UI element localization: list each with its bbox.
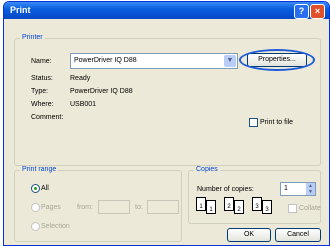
copies-input[interactable]: 1 ▲ ▼ [280,182,316,196]
all-label: All [41,185,49,192]
window-title: Print [10,5,31,15]
collate-page-icon: 3 [252,197,262,211]
collate-page-icon: 3 [262,200,272,214]
print-to-file-checkbox[interactable] [249,118,258,127]
spinner-icon[interactable]: ▲ ▼ [306,183,315,195]
selection-label: Selection [41,223,70,230]
collate-page-icon: 2 [224,197,234,211]
where-label: Where: [31,101,54,108]
copies-value: 1 [284,185,288,192]
pages-label: Pages [41,204,61,211]
ok-button-label: OK [243,231,255,238]
cancel-button[interactable]: Cancel [275,228,321,242]
where-value: USB001 [70,101,97,108]
printer-name-select[interactable]: PowerDriver IQ D88 ▼ [70,53,238,69]
collate-page-icon: 1 [196,197,206,211]
radio-selected-dot [34,187,37,190]
all-radio[interactable] [31,184,40,193]
type-label: Type: [31,88,49,95]
collate-page-icon: 1 [206,200,216,214]
close-button[interactable]: × [310,4,325,19]
from-label: from: [77,204,93,211]
collate-page-icon: 2 [234,200,244,214]
type-value: PowerDriver IQ D88 [70,88,133,95]
from-input[interactable] [98,200,130,214]
help-button[interactable]: ? [294,4,309,19]
print-range-group-label: Print range [20,166,59,173]
pages-radio[interactable] [31,203,40,212]
number-of-copies-label: Number of copies: [197,186,254,193]
properties-highlight-ring [239,49,315,71]
chevron-down-icon[interactable]: ▼ [224,55,236,67]
printer-group-label: Printer [20,34,45,41]
comment-label: Comment: [31,114,64,121]
collate-checkbox[interactable] [288,204,297,213]
status-label: Status: [31,75,53,82]
status-value: Ready [70,75,91,82]
to-label: to: [135,204,143,211]
collate-label: Collate [299,205,321,212]
selection-radio[interactable] [31,222,40,231]
to-input[interactable] [147,200,179,214]
name-label: Name: [31,58,52,65]
printer-name-value: PowerDriver IQ D88 [74,57,137,64]
print-to-file-label: Print to file [260,119,294,126]
print-dialog: Print ? × Printer Name: PowerDriver IQ D… [3,1,330,246]
title-bar: Print ? × [4,2,329,19]
collate-illustration: 1 1 2 2 3 3 [194,197,284,219]
copies-group-label: Copies [194,166,220,173]
cancel-button-label: Cancel [287,231,309,238]
ok-button[interactable]: OK [227,228,271,242]
